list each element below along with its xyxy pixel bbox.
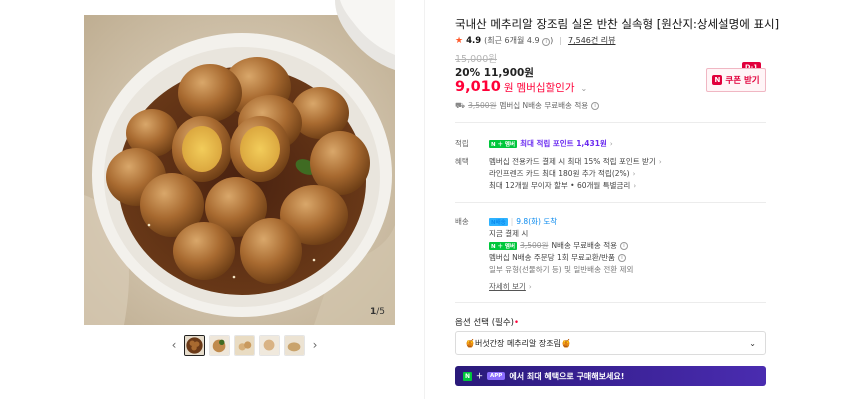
app-banner-text: 에서 최대 혜택으로 구매해보세요! [509,371,625,381]
original-price: 15,000원 [455,54,497,65]
chevron-right-icon[interactable]: › [309,334,321,356]
star-icon: ★ [455,35,464,46]
delivery-more-link[interactable]: 자세히 보기 › [489,281,532,292]
naverpay-badge: N ＋ 멤버 [489,241,518,250]
naverpay-badge: N ＋ 멤버 [489,139,518,148]
thumbnail-1[interactable] [184,334,205,356]
chevron-left-icon[interactable]: ‹ [168,334,180,356]
member-price-value: 9,010 [455,79,501,95]
naver-n-icon: N [712,75,723,85]
info-icon[interactable]: i [617,253,626,262]
chevron-right-icon: › [633,181,637,190]
benefit-line-3[interactable]: 최대 12개월 무이자 할부 • 60개월 특별금리 › [489,180,636,191]
chevron-right-icon: › [632,169,636,178]
truck-icon: ⛟ [455,100,466,110]
review-count-link[interactable]: 7,546건 리뷰 [568,35,616,46]
info-icon[interactable]: i [591,101,600,110]
divider [455,122,766,123]
chevron-down-icon: ⌄ [580,84,588,93]
chevron-right-icon: › [528,282,532,291]
divider [455,302,766,303]
points-label: 적립 [455,139,469,148]
divider [455,202,766,203]
option-label: 옵션 선택 (필수)• [455,318,519,328]
benefits-label: 혜택 [455,157,469,166]
delivery-exclusion-line: 일부 유형(선물하기 등) 및 일반배송 전환 제외 [489,265,634,274]
app-tag: APP [487,372,506,380]
product-title: 국내산 메추리알 장조림 실온 반찬 실속형 [원산지:상세설명에 표시] [455,17,780,31]
naver-n-icon: N [463,371,472,381]
n-delivery-badge: N배송 [489,217,508,226]
thumbnail-strip: ‹ › [168,334,321,356]
delivery-row: N배송 | 9.8(화) 도착 [489,217,558,226]
option-selected-value: 🍯버섯간장 메추리알 장조림🍯 [465,338,571,348]
separator: | [559,36,562,45]
delivery-return-line: 멤버십 N배송 주문당 1회 무료교환/반품 i [489,252,626,263]
member-price-label: 멤버십할인가 [516,82,575,94]
discount-price: 20% 11,900원 [455,67,534,79]
rating-detail: (최근 6개월 4.9 i) [484,36,554,46]
member-price-unit: 원 [503,82,514,94]
option-select[interactable]: 🍯버섯간장 메추리알 장조림🍯 ⌄ [455,331,766,355]
rating-row: ★ 4.9 (최근 6개월 4.9 i) | 7,546건 리뷰 [455,35,616,46]
chevron-right-icon: › [609,139,613,148]
rating-score: 4.9 [466,35,482,46]
delivery-free-line: N ＋ 멤버 3,500원 N배송 무료배송 적용 i [489,240,629,251]
image-page-counter: 1/5 [369,307,385,317]
benefit-line-2[interactable]: 라인프렌즈 카드 최대 180원 추가 적립(2%) › [489,168,635,179]
thumbnail-4[interactable] [259,334,280,356]
delivery-label: 배송 [455,217,469,226]
thumbnail-5[interactable] [284,334,305,356]
info-icon[interactable]: i [542,37,551,46]
thumbnail-3[interactable] [234,334,255,356]
chevron-down-icon: ⌄ [749,338,756,348]
app-promo-banner[interactable]: N ＋ APP 에서 최대 혜택으로 구매해보세요! [455,366,766,386]
chevron-right-icon: › [658,157,662,166]
coupon-button[interactable]: N 쿠폰 받기 [706,68,766,92]
rice-bowl-photo-edge [335,0,395,70]
points-row[interactable]: N ＋ 멤버 최대 적립 포인트 1,431원 › [489,138,613,149]
info-icon[interactable]: i [620,241,629,250]
delivery-pay-now: 지금 결제 시 [489,229,529,238]
thumbnail-2[interactable] [209,334,230,356]
member-price[interactable]: 9,010 원 멤버십할인가 ⌄ [455,79,587,95]
benefit-line-1[interactable]: 멤버십 전용카드 결제 시 최대 15% 적립 포인트 받기 › [489,156,662,167]
plus-icon: ＋ [476,372,483,380]
member-shipping-line: ⛟ 3,500원 멤버십 N배송 무료배송 적용 i [455,100,600,111]
